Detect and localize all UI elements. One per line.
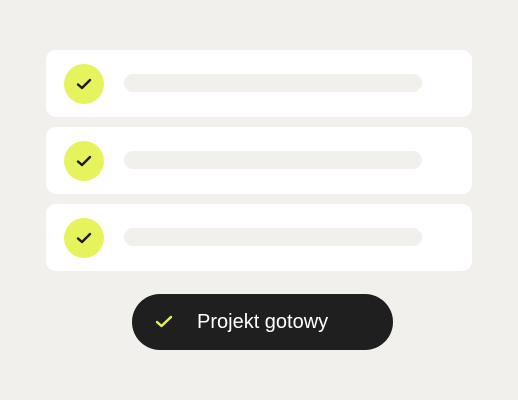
task-text-placeholder xyxy=(124,74,422,92)
checkmark-icon xyxy=(155,315,173,328)
task-text-placeholder xyxy=(124,228,422,246)
task-done-badge xyxy=(64,141,104,181)
task-item xyxy=(46,50,472,117)
task-done-badge xyxy=(64,218,104,258)
checkmark-icon xyxy=(76,232,92,244)
checkmark-icon xyxy=(76,78,92,90)
task-list xyxy=(46,50,472,271)
task-item xyxy=(46,204,472,271)
task-text-placeholder xyxy=(124,151,422,169)
toast-message: Projekt gotowy xyxy=(197,311,329,333)
toast-notification: Projekt gotowy xyxy=(132,294,393,350)
task-done-badge xyxy=(64,64,104,104)
checkmark-icon xyxy=(76,155,92,167)
task-item xyxy=(46,127,472,194)
